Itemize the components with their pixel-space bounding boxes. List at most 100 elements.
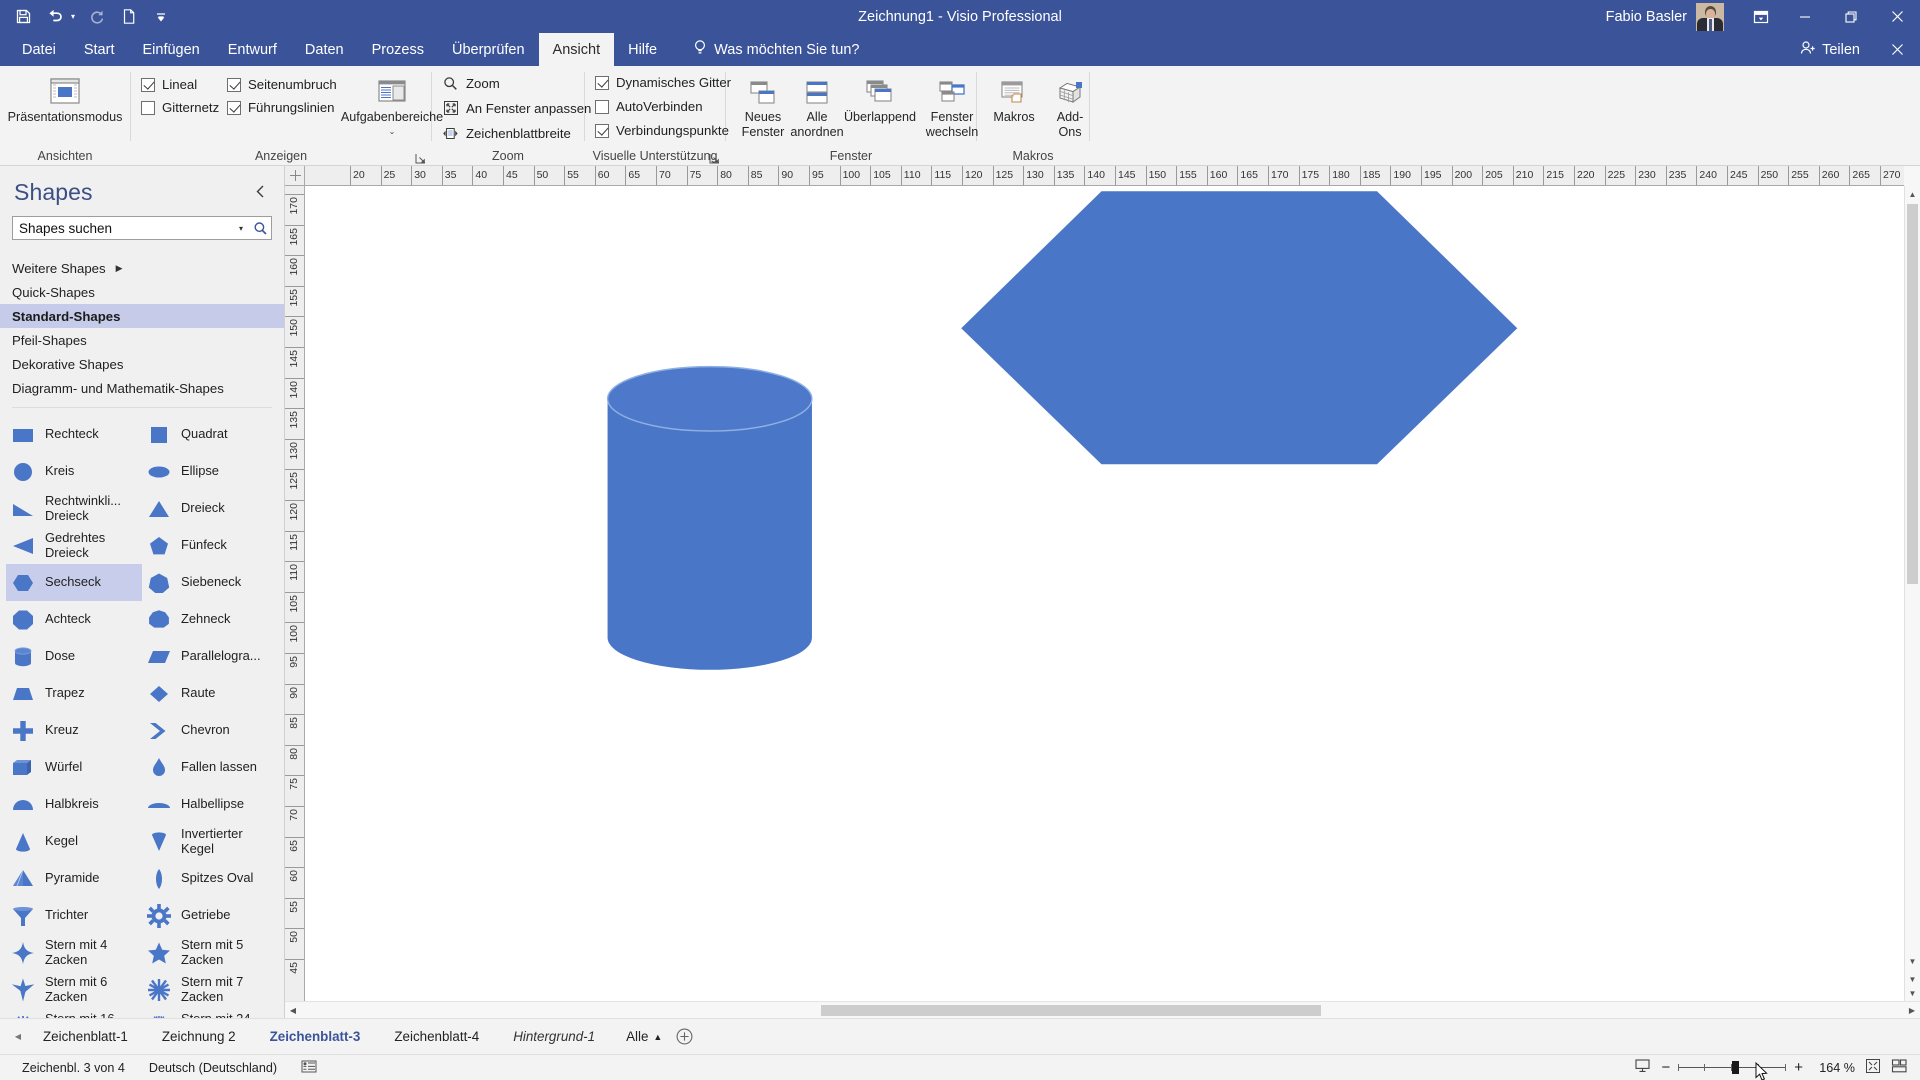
scroll-up-icon[interactable]: ▲ bbox=[1905, 186, 1920, 202]
horizontal-ruler[interactable]: 20 25 30 35 40 45 50 55 60 65 70 75 80 85 90 95 100 105 11… bbox=[305, 166, 1904, 186]
shape-item-kegel[interactable]: Kegel bbox=[6, 823, 142, 860]
checkbox-verbindungspunkte[interactable]: Verbindungspunkte bbox=[595, 123, 731, 138]
share-button[interactable]: Teilen bbox=[1786, 33, 1874, 66]
shape-item-achteck[interactable]: Achteck bbox=[6, 601, 142, 638]
restore-button[interactable] bbox=[1828, 0, 1874, 33]
shape-item-zehneck[interactable]: Zehneck bbox=[142, 601, 278, 638]
shape-item-spitzes-oval[interactable]: Spitzes Oval bbox=[142, 860, 278, 897]
customize-qat-icon[interactable] bbox=[146, 3, 176, 30]
shape-item-halbkreis[interactable]: Halbkreis bbox=[6, 786, 142, 823]
shapes-search-box[interactable]: ▾ bbox=[12, 216, 272, 240]
minimize-button[interactable] bbox=[1782, 0, 1828, 33]
shape-item-dreieck[interactable]: Dreieck bbox=[142, 490, 278, 527]
stencil-item-standard-shapes[interactable]: Standard-Shapes bbox=[0, 304, 284, 328]
shape-item-fallen-lassen[interactable]: Fallen lassen bbox=[142, 749, 278, 786]
tab-ansicht[interactable]: Ansicht bbox=[538, 33, 615, 66]
checkbox-fuehrungslinien-box[interactable] bbox=[227, 100, 241, 115]
shape-item-stern-24-zacken[interactable]: Stern mit 24 Zacken bbox=[142, 1008, 278, 1018]
undo-dropdown-icon[interactable]: ▾ bbox=[66, 12, 80, 21]
checkbox-fuehrungslinien[interactable]: Führungslinien bbox=[227, 100, 345, 115]
shape-item-trichter[interactable]: Trichter bbox=[6, 897, 142, 934]
sheet-tab-zeichenblatt-3[interactable]: Zeichenblatt-3 bbox=[253, 1019, 378, 1055]
shape-item-stern-5-zacken[interactable]: Stern mit 5 Zacken bbox=[142, 934, 278, 971]
fit-to-window-command[interactable]: An Fenster anpassen bbox=[442, 100, 591, 116]
stencil-item-pfeil-shapes[interactable]: Pfeil-Shapes bbox=[0, 328, 284, 352]
sheet-tab-zeichnung-2[interactable]: Zeichnung 2 bbox=[145, 1019, 253, 1055]
shape-item-ellipse[interactable]: Ellipse bbox=[142, 453, 278, 490]
shape-item-dose[interactable]: Dose bbox=[6, 638, 142, 675]
shape-item-kreis[interactable]: Kreis bbox=[6, 453, 142, 490]
checkbox-seitenumbruch-box[interactable] bbox=[227, 77, 241, 92]
checkbox-verbindungspunkte-box[interactable] bbox=[595, 123, 609, 138]
shape-item-gedrehtes-dreieck[interactable]: Gedrehtes Dreieck bbox=[6, 527, 142, 564]
zoom-level-value[interactable]: 164 % bbox=[1813, 1061, 1855, 1075]
zoom-slider-thumb[interactable] bbox=[1732, 1061, 1740, 1074]
shape-item-parallelogramm[interactable]: Parallelogra... bbox=[142, 638, 278, 675]
shape-item-rechteck[interactable]: Rechteck bbox=[6, 416, 142, 453]
checkbox-lineal[interactable]: Lineal bbox=[141, 77, 223, 92]
search-icon[interactable] bbox=[249, 221, 271, 236]
zoom-slider[interactable]: − + bbox=[1661, 1059, 1803, 1076]
shape-item-getriebe[interactable]: Getriebe bbox=[142, 897, 278, 934]
save-icon[interactable] bbox=[8, 3, 38, 30]
chevron-down-icon[interactable]: ▾ bbox=[233, 224, 249, 233]
shape-item-halbellipse[interactable]: Halbellipse bbox=[142, 786, 278, 823]
scroll-end-icon[interactable]: ▼ bbox=[1905, 985, 1920, 1001]
checkbox-seitenumbruch[interactable]: Seitenumbruch bbox=[227, 77, 345, 92]
task-panes-button[interactable]: Aufgabenbereiche ⌄ bbox=[341, 71, 443, 139]
stencil-item-dekorative-shapes[interactable]: Dekorative Shapes bbox=[0, 352, 284, 376]
vertical-ruler[interactable]: 170 165 160 155 150 145 140 135 130 125 120 115 110 1… bbox=[285, 186, 305, 1001]
stencil-item-weitere-shapes[interactable]: Weitere Shapes ▶ bbox=[0, 256, 284, 280]
checkbox-dynamisches-gitter[interactable]: Dynamisches Gitter bbox=[595, 75, 731, 90]
shape-item-stern-6-zacken[interactable]: Stern mit 6 Zacken bbox=[6, 971, 142, 1008]
avatar[interactable] bbox=[1696, 2, 1724, 31]
shape-item-stern-7-zacken[interactable]: Stern mit 7 Zacken bbox=[142, 971, 278, 1008]
zoom-in-button[interactable]: + bbox=[1794, 1059, 1803, 1076]
scroll-left-icon[interactable]: ◀ bbox=[285, 1002, 301, 1018]
tab-hilfe[interactable]: Hilfe bbox=[614, 33, 671, 66]
presentation-mode-button[interactable]: Präsentationsmodus bbox=[8, 71, 122, 128]
tab-datei[interactable]: Datei bbox=[8, 33, 70, 66]
tab-einfuegen[interactable]: Einfügen bbox=[128, 33, 213, 66]
stencil-item-diagramm-mathematik-shapes[interactable]: Diagramm- und Mathematik-Shapes bbox=[0, 376, 284, 400]
redo-icon[interactable] bbox=[82, 3, 112, 30]
shape-item-rechtwinkliges-dreieck[interactable]: Rechtwinkli... Dreieck bbox=[6, 490, 142, 527]
sheet-tab-scroll-icon[interactable]: ◀ bbox=[10, 1029, 26, 1045]
collapse-panel-icon[interactable] bbox=[251, 181, 270, 205]
checkbox-gitternetz-box[interactable] bbox=[141, 100, 155, 115]
checkbox-autoverbinden[interactable]: AutoVerbinden bbox=[595, 99, 731, 114]
language-info[interactable]: Deutsch (Deutschland) bbox=[137, 1061, 289, 1075]
checkbox-dynamisches-gitter-box[interactable] bbox=[595, 75, 609, 90]
horizontal-scrollbar[interactable]: ◀ ▶ bbox=[285, 1001, 1920, 1018]
shape-item-quadrat[interactable]: Quadrat bbox=[142, 416, 278, 453]
sheet-tab-zeichenblatt-4[interactable]: Zeichenblatt-4 bbox=[377, 1019, 496, 1055]
close-ribbon-button[interactable] bbox=[1874, 33, 1920, 66]
scroll-right-icon[interactable]: ▶ bbox=[1904, 1002, 1920, 1018]
add-sheet-button[interactable] bbox=[676, 1028, 693, 1045]
task-panes-dropdown-icon[interactable]: ⌄ bbox=[389, 127, 396, 136]
tab-ueberpruefen[interactable]: Überprüfen bbox=[438, 33, 539, 66]
sheet-tab-hintergrund-1[interactable]: Hintergrund-1 bbox=[496, 1019, 612, 1055]
vertical-scrollbar[interactable]: ▲ ▼ ▼ ▼ bbox=[1904, 186, 1920, 1001]
new-window-button[interactable]: Neues Fenster bbox=[736, 71, 790, 143]
visuelle-unterstuetzung-dialog-launcher[interactable] bbox=[709, 151, 721, 164]
ribbon-display-options-icon[interactable] bbox=[1740, 0, 1782, 33]
shape-item-stern-4-zacken[interactable]: Stern mit 4 Zacken bbox=[6, 934, 142, 971]
shape-item-raute[interactable]: Raute bbox=[142, 675, 278, 712]
macros-button[interactable]: Makros bbox=[987, 71, 1041, 128]
tab-daten[interactable]: Daten bbox=[291, 33, 358, 66]
close-button[interactable] bbox=[1874, 0, 1920, 33]
full-screen-icon[interactable] bbox=[1891, 1058, 1908, 1077]
shape-item-chevron[interactable]: Chevron bbox=[142, 712, 278, 749]
shape-data-icon[interactable] bbox=[289, 1059, 329, 1077]
shape-item-sechseck[interactable]: Sechseck bbox=[6, 564, 142, 601]
new-document-icon[interactable] bbox=[114, 3, 144, 30]
user-name[interactable]: Fabio Basler bbox=[1606, 9, 1687, 25]
stencil-item-quick-shapes[interactable]: Quick-Shapes bbox=[0, 280, 284, 304]
shape-item-stern-16-zacken[interactable]: Stern mit 16 Zacken bbox=[6, 1008, 142, 1018]
ruler-corner[interactable] bbox=[285, 166, 305, 186]
tab-start[interactable]: Start bbox=[70, 33, 129, 66]
shape-item-trapez[interactable]: Trapez bbox=[6, 675, 142, 712]
scroll-down-icon[interactable]: ▼ bbox=[1905, 953, 1920, 969]
tab-prozess[interactable]: Prozess bbox=[358, 33, 438, 66]
